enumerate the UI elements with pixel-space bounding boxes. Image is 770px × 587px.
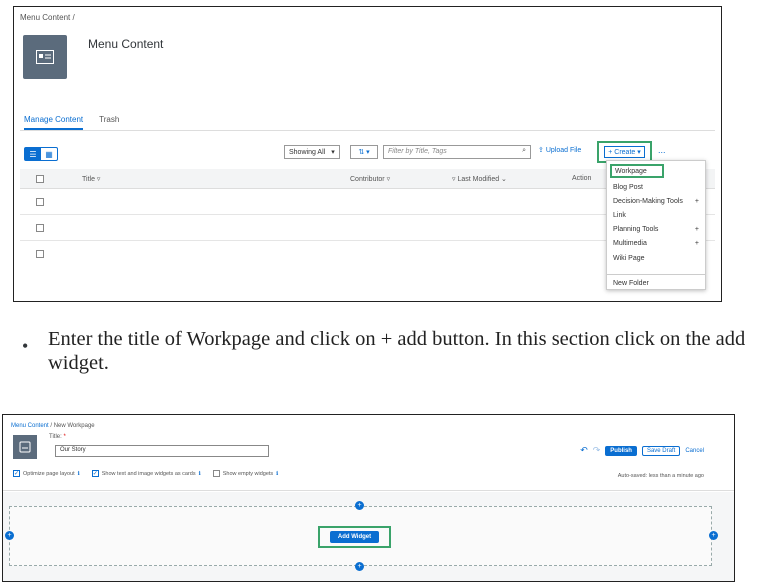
workpage-actions: ↶ ↷ Publish Save Draft Cancel [580, 445, 704, 456]
menu-item-label: Workpage [615, 167, 647, 175]
column-contributor-label: Contributor [350, 176, 385, 183]
save-draft-button[interactable]: Save Draft [641, 445, 681, 456]
option-label: Show empty widgets [222, 470, 274, 477]
create-menu: Workpage Blog Post Decision-Making Tools… [606, 160, 706, 290]
menu-item-planning-tools[interactable]: Planning Tools + [613, 222, 699, 236]
plus-icon: + [694, 239, 699, 247]
cancel-button[interactable]: Cancel [685, 448, 704, 454]
view-toggle[interactable]: ☰ ▦ [24, 147, 58, 161]
menu-item-new-folder[interactable]: New Folder [613, 276, 699, 290]
row-checkbox[interactable] [36, 224, 44, 232]
info-icon[interactable]: ℹ [199, 471, 201, 477]
showing-select[interactable]: Showing All ▾ [284, 145, 340, 159]
add-section-right-icon[interactable]: + [709, 531, 718, 540]
search-input[interactable]: Filter by Title, Tags ⌕ [383, 145, 531, 159]
row-checkbox[interactable] [36, 250, 44, 258]
workpage-header: Menu Content / New Workpage Title: * Our… [3, 415, 734, 491]
plus-icon: + [694, 197, 699, 205]
tab-trash[interactable]: Trash [99, 115, 119, 130]
info-icon[interactable]: ℹ [276, 471, 278, 477]
option-show-empty-widgets[interactable]: Show empty widgets ℹ [212, 470, 278, 477]
column-title-label: Title [82, 176, 95, 183]
new-workpage-screenshot: Menu Content / New Workpage Title: * Our… [2, 414, 735, 582]
page-options: ✓ Optimize page layout ℹ ✓ Show text and im… [13, 470, 278, 477]
checkbox-unchecked-icon[interactable] [212, 470, 220, 477]
upload-file-button[interactable]: ⇪ Upload File [538, 146, 581, 154]
page-title: Menu Content [88, 37, 164, 51]
showing-label: Showing All [289, 148, 326, 156]
create-label: + Create [608, 149, 636, 156]
column-last-modified[interactable]: ▿ Last Modified ⌄ [452, 175, 507, 183]
create-button[interactable]: + Create ▾ [604, 146, 645, 158]
breadcrumb-current: / New Workpage [48, 423, 95, 429]
tab-bar: Manage Content Trash [24, 115, 119, 130]
add-widget-button[interactable]: Add Widget [329, 531, 380, 543]
option-label: Show text and image widgets as cards [101, 470, 196, 477]
sort-button[interactable]: ⇅ ▾ [350, 145, 378, 159]
row-checkbox[interactable] [36, 198, 44, 206]
breadcrumb: Menu Content / New Workpage [11, 423, 95, 429]
column-action: Action [572, 175, 592, 182]
menu-item-label: New Folder [613, 279, 649, 287]
menu-item-link[interactable]: Link [613, 208, 699, 222]
menu-item-decision-making-tools[interactable]: Decision-Making Tools + [613, 194, 699, 208]
undo-icon[interactable]: ↶ [580, 445, 588, 456]
add-section-left-icon[interactable]: + [5, 531, 14, 540]
menu-item-workpage[interactable]: Workpage [610, 164, 664, 178]
menu-divider [607, 274, 705, 275]
select-all-checkbox[interactable] [36, 175, 44, 183]
option-widgets-as-cards[interactable]: ✓ Show text and image widgets as cards ℹ [91, 470, 201, 477]
menu-item-label: Blog Post [613, 183, 643, 191]
upload-icon: ⇪ [538, 147, 544, 154]
tab-manage-content[interactable]: Manage Content [24, 115, 84, 130]
instruction-text: Enter the title of Workpage and click on… [48, 328, 746, 374]
menu-item-label: Link [613, 211, 626, 219]
autosave-status: Auto-saved: less than a minute ago [617, 473, 704, 479]
tab-divider [20, 130, 715, 131]
menu-item-wiki-page[interactable]: Wiki Page [613, 251, 699, 265]
menu-content-screenshot: Menu Content / Menu Content Manage Conte… [13, 6, 722, 302]
option-optimize-layout[interactable]: ✓ Optimize page layout ℹ [13, 470, 80, 477]
chevron-down-icon: ▾ [331, 149, 335, 156]
menu-item-label: Planning Tools [613, 225, 659, 233]
more-icon[interactable]: ... [658, 145, 666, 155]
checkbox-checked-icon[interactable]: ✓ [91, 470, 99, 477]
add-widget-highlight: Add Widget [318, 526, 391, 548]
breadcrumb-link[interactable]: Menu Content [11, 423, 49, 429]
search-placeholder: Filter by Title, Tags [388, 148, 447, 155]
required-marker: * [63, 434, 66, 440]
workpage-icon [13, 435, 37, 459]
breadcrumb[interactable]: Menu Content / [20, 13, 75, 22]
info-icon[interactable]: ℹ [78, 471, 80, 477]
menu-item-label: Wiki Page [613, 254, 645, 262]
workpage-canvas: + + + + Add Widget [3, 492, 734, 581]
upload-label: Upload File [545, 147, 582, 154]
menu-item-label: Decision-Making Tools [613, 197, 683, 205]
menu-item-blog-post[interactable]: Blog Post [613, 180, 699, 194]
bullet: • [22, 336, 29, 356]
plus-icon: + [694, 225, 699, 233]
redo-icon[interactable]: ↷ [593, 445, 601, 456]
title-input[interactable]: Our Story [55, 445, 269, 457]
option-label: Optimize page layout [23, 470, 75, 477]
column-contributor[interactable]: Contributor ▿ [350, 175, 390, 183]
grid-view-icon[interactable]: ▦ [41, 148, 57, 160]
publish-button[interactable]: Publish [605, 445, 637, 456]
checkbox-checked-icon[interactable]: ✓ [13, 470, 20, 477]
menu-item-label: Multimedia [613, 239, 647, 247]
content-icon [23, 35, 67, 79]
add-section-above-icon[interactable]: + [355, 501, 364, 510]
menu-item-multimedia[interactable]: Multimedia + [613, 236, 699, 250]
add-section-below-icon[interactable]: + [355, 562, 364, 571]
title-label-text: Title: [49, 434, 62, 440]
column-title[interactable]: Title ▿ [82, 175, 100, 183]
list-view-icon[interactable]: ☰ [25, 148, 41, 160]
sort-icon: ⇅ ▾ [358, 149, 370, 156]
search-icon[interactable]: ⌕ [522, 147, 526, 155]
column-last-modified-label: Last Modified [457, 176, 500, 183]
title-label: Title: * [49, 434, 66, 440]
